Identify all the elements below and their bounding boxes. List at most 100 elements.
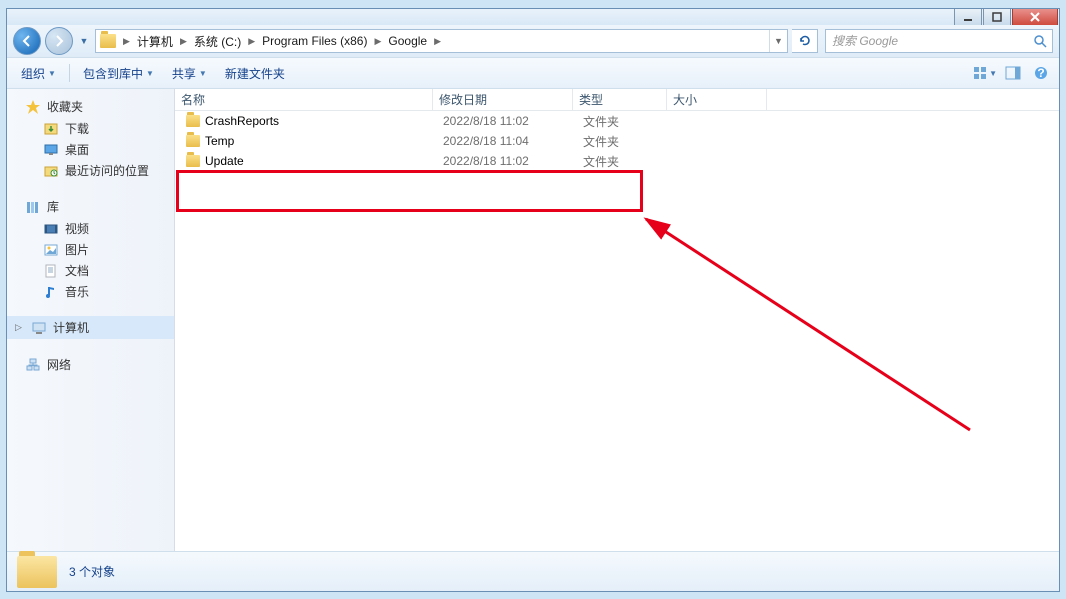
sidebar-item-label: 文档	[65, 262, 89, 279]
sidebar-favorites-header[interactable]: 收藏夹	[7, 95, 174, 118]
arrow-right-icon	[52, 34, 66, 48]
status-text: 3 个对象	[69, 563, 115, 580]
chevron-right-icon[interactable]: ▷	[15, 322, 25, 333]
sidebar-item-documents[interactable]: 文档	[7, 260, 174, 281]
column-type[interactable]: 类型	[573, 89, 667, 110]
help-button[interactable]: ?	[1029, 62, 1053, 84]
address-bar[interactable]: ▶ 计算机 ▶ 系统 (C:) ▶ Program Files (x86) ▶ …	[95, 29, 788, 53]
search-box[interactable]	[825, 29, 1053, 53]
folder-icon	[98, 31, 118, 51]
sidebar-item-videos[interactable]: 视频	[7, 218, 174, 239]
sidebar-item-label: 收藏夹	[47, 98, 83, 115]
toolbar: 组织▼ 包含到库中▼ 共享▼ 新建文件夹 ▼ ?	[7, 57, 1059, 89]
sidebar-item-label: 网络	[47, 356, 71, 373]
file-date: 2022/8/18 11:02	[437, 154, 577, 168]
file-date: 2022/8/18 11:02	[437, 114, 577, 128]
explorer-window: ▼ ▶ 计算机 ▶ 系统 (C:) ▶ Program Files (x86) …	[6, 8, 1060, 592]
include-in-library-button[interactable]: 包含到库中▼	[75, 61, 162, 85]
sidebar-item-music[interactable]: 音乐	[7, 281, 174, 302]
sidebar-item-downloads[interactable]: 下载	[7, 118, 174, 139]
history-dropdown[interactable]: ▼	[77, 31, 91, 51]
view-icon	[973, 66, 987, 80]
close-icon	[1029, 11, 1041, 23]
sidebar-network[interactable]: 网络	[7, 353, 174, 376]
search-icon[interactable]	[1028, 34, 1052, 48]
column-name[interactable]: 名称	[175, 89, 433, 110]
search-input[interactable]	[826, 34, 1028, 48]
music-icon	[43, 284, 59, 300]
pane-icon	[1005, 66, 1021, 80]
new-folder-button[interactable]: 新建文件夹	[217, 61, 293, 85]
breadcrumb[interactable]: Google	[384, 30, 431, 52]
sidebar: 收藏夹 下载 桌面 最近访问的位置 库	[7, 89, 175, 551]
sidebar-item-recent[interactable]: 最近访问的位置	[7, 160, 174, 181]
close-button[interactable]	[1012, 9, 1058, 26]
computer-icon	[31, 320, 47, 336]
address-dropdown[interactable]: ▼	[769, 30, 787, 52]
chevron-right-icon[interactable]: ▶	[431, 36, 444, 47]
minimize-button[interactable]	[954, 9, 982, 26]
document-icon	[43, 263, 59, 279]
sidebar-computer[interactable]: ▷ 计算机	[7, 316, 174, 339]
column-size[interactable]: 大小	[667, 89, 767, 110]
sidebar-item-label: 下载	[65, 120, 89, 137]
table-row[interactable]: Update 2022/8/18 11:02文件夹	[175, 151, 1059, 171]
svg-text:?: ?	[1037, 66, 1044, 80]
sidebar-item-label: 库	[47, 198, 59, 215]
column-headers: 名称 修改日期 类型 大小	[175, 89, 1059, 111]
chevron-right-icon[interactable]: ▶	[177, 36, 190, 47]
star-icon	[25, 99, 41, 115]
share-button[interactable]: 共享▼	[164, 61, 215, 85]
file-name: Update	[205, 154, 244, 168]
breadcrumb[interactable]: 系统 (C:)	[190, 30, 245, 52]
refresh-button[interactable]	[792, 29, 818, 53]
file-name: CrashReports	[205, 114, 279, 128]
sidebar-item-label: 桌面	[65, 141, 89, 158]
folder-icon	[185, 153, 201, 169]
sidebar-libraries-header[interactable]: 库	[7, 195, 174, 218]
picture-icon	[43, 242, 59, 258]
window-controls	[954, 9, 1059, 26]
refresh-icon	[798, 34, 812, 48]
download-icon	[43, 121, 59, 137]
back-button[interactable]	[13, 27, 41, 55]
breadcrumb[interactable]: 计算机	[133, 30, 177, 52]
breadcrumb[interactable]: Program Files (x86)	[258, 30, 371, 52]
arrow-left-icon	[20, 34, 34, 48]
folder-icon	[185, 133, 201, 149]
maximize-button[interactable]	[983, 9, 1011, 26]
sidebar-item-label: 视频	[65, 220, 89, 237]
nav-row: ▼ ▶ 计算机 ▶ 系统 (C:) ▶ Program Files (x86) …	[7, 25, 1059, 57]
file-type: 文件夹	[577, 153, 671, 170]
file-type: 文件夹	[577, 113, 671, 130]
sidebar-item-label: 音乐	[65, 283, 89, 300]
titlebar	[7, 9, 1059, 25]
video-icon	[43, 221, 59, 237]
sidebar-item-label: 图片	[65, 241, 89, 258]
chevron-right-icon[interactable]: ▶	[120, 36, 133, 47]
maximize-icon	[992, 12, 1002, 22]
library-icon	[25, 199, 41, 215]
sidebar-item-pictures[interactable]: 图片	[7, 239, 174, 260]
table-row[interactable]: Temp2022/8/18 11:04文件夹	[175, 131, 1059, 151]
chevron-right-icon[interactable]: ▶	[245, 36, 258, 47]
column-date[interactable]: 修改日期	[433, 89, 573, 110]
view-options-button[interactable]: ▼	[973, 62, 997, 84]
chevron-right-icon[interactable]: ▶	[371, 36, 384, 47]
sidebar-item-desktop[interactable]: 桌面	[7, 139, 174, 160]
forward-button[interactable]	[45, 27, 73, 55]
folder-icon	[17, 556, 57, 588]
desktop-icon	[43, 142, 59, 158]
preview-pane-button[interactable]	[1001, 62, 1025, 84]
file-name: Temp	[205, 134, 234, 148]
folder-icon	[185, 113, 201, 129]
status-bar: 3 个对象	[7, 551, 1059, 591]
table-row[interactable]: CrashReports 2022/8/18 11:02文件夹	[175, 111, 1059, 131]
minimize-icon	[963, 12, 973, 22]
file-list: 名称 修改日期 类型 大小 CrashReports 2022/8/18 11:0…	[175, 89, 1059, 551]
organize-button[interactable]: 组织▼	[13, 61, 64, 85]
network-icon	[25, 357, 41, 373]
help-icon: ?	[1034, 66, 1048, 80]
sidebar-item-label: 计算机	[53, 319, 89, 336]
sidebar-item-label: 最近访问的位置	[65, 162, 149, 179]
